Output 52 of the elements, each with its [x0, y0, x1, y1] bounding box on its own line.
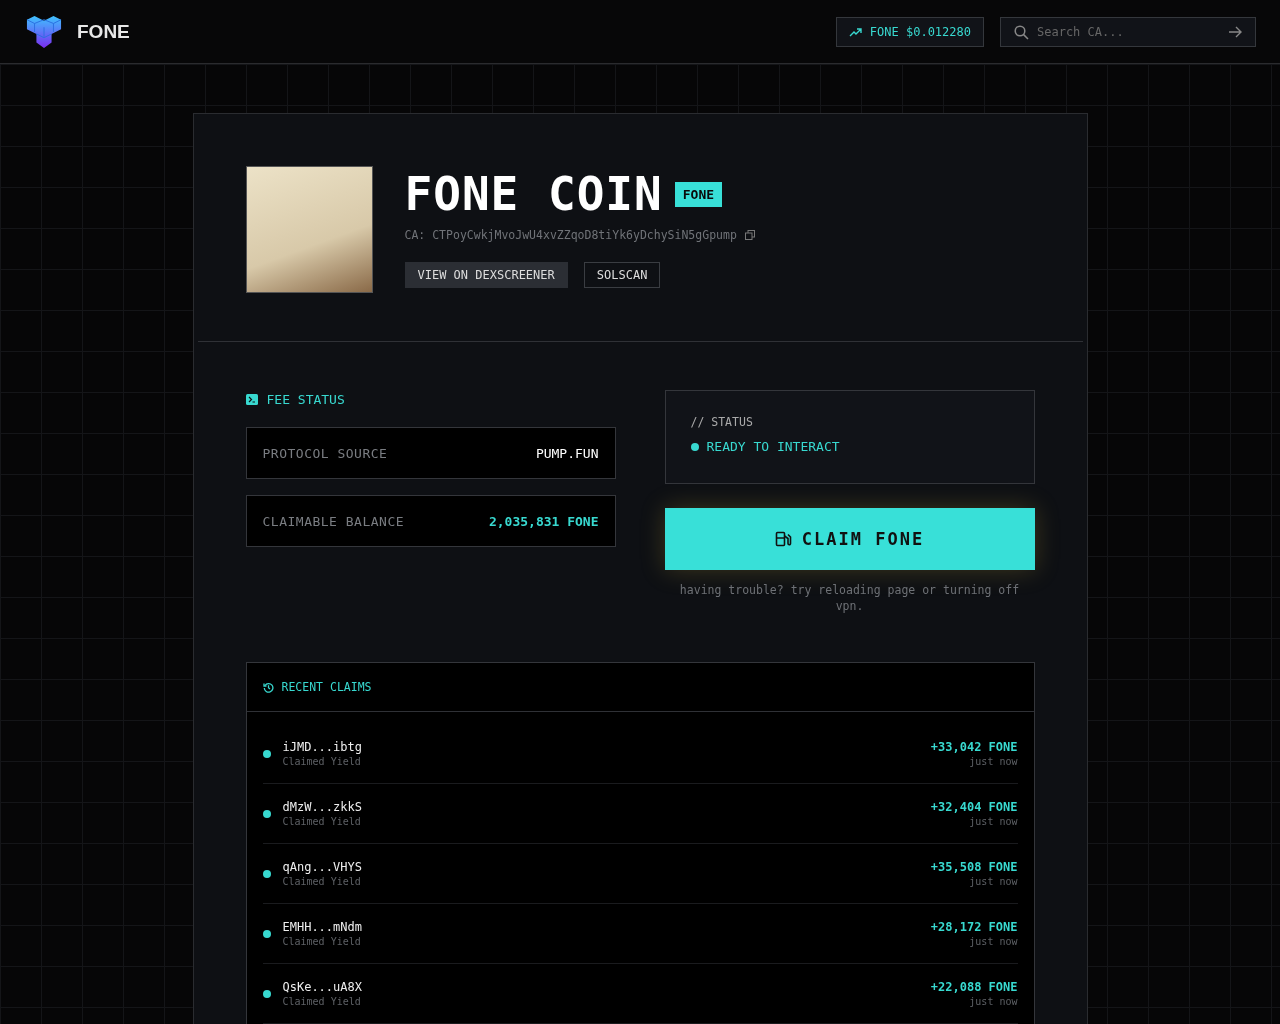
info-label: CLAIMABLE BALANCE: [262, 513, 405, 529]
claim-action: Claimed Yield: [282, 756, 362, 767]
claim-time: just now: [969, 876, 1018, 887]
status-message: READY TO INTERACT: [706, 439, 840, 454]
price-button[interactable]: FONE $0.012280: [835, 16, 984, 47]
history-icon: [262, 681, 274, 693]
claim-time: just now: [969, 996, 1018, 1007]
dexscreener-button[interactable]: VIEW ON DEXSCREENER: [404, 262, 568, 288]
info-label: PROTOCOL SOURCE: [262, 445, 388, 461]
wallet-address: qAng...VHYS: [282, 860, 362, 874]
terminal-icon: [245, 394, 258, 405]
claim-amount: +35,508 FONE: [930, 860, 1018, 874]
fuel-pump-icon: [774, 530, 792, 548]
brand-name: FONE: [77, 20, 130, 43]
help-text: having trouble? try reloading page or turning off vpn.: [678, 582, 1021, 614]
claim-amount: +33,042 FONE: [930, 740, 1018, 754]
status-dot-icon: [262, 929, 271, 938]
claim-action: Claimed Yield: [282, 996, 362, 1007]
claim-action: Claimed Yield: [282, 816, 362, 827]
status-dot-icon: [262, 809, 271, 818]
search-icon: [1014, 24, 1029, 40]
claim-action: Claimed Yield: [282, 876, 362, 887]
claim-amount: +32,404 FONE: [930, 800, 1018, 814]
claim-action: Claimed Yield: [282, 936, 362, 947]
status-title: // STATUS: [690, 415, 754, 429]
claim-button[interactable]: CLAIM FONE: [664, 508, 1035, 570]
status-dot-icon: [262, 989, 271, 998]
cube-logo-icon: [25, 13, 63, 50]
status-dot-icon: [262, 869, 271, 878]
trending-up-icon: [848, 26, 862, 37]
section-title: FEE STATUS: [266, 392, 345, 407]
status-dot-icon: [262, 749, 271, 758]
search-field[interactable]: Search CA...: [1000, 16, 1256, 47]
solscan-button[interactable]: SOLSCAN: [583, 262, 661, 288]
copy-icon[interactable]: [744, 230, 755, 240]
info-value: PUMP.FUN: [535, 445, 599, 461]
token-name: FONE COIN: [404, 168, 663, 220]
claim-amount: +22,088 FONE: [930, 980, 1018, 994]
claim-time: just now: [969, 936, 1018, 947]
info-value: 2,035,831 FONE: [488, 513, 599, 529]
status-dot-icon: [690, 442, 699, 451]
wallet-address: QsKe...uA8X: [282, 980, 362, 994]
wallet-address: iJMD...ibtg: [282, 740, 362, 754]
wallet-address: EMHH...mNdm: [282, 920, 362, 934]
claim-time: just now: [969, 756, 1018, 767]
wallet-address: dMzW...zkkS: [282, 800, 362, 814]
contract-address: CA: CTPoyCwkjMvoJwU4xvZZqoD8tiYk6yDchySiN5gGpump: [404, 228, 737, 242]
ticker-badge: FONE: [674, 181, 723, 207]
section-title: RECENT CLAIMS: [281, 680, 372, 694]
arrow-right-icon[interactable]: [1228, 25, 1242, 38]
claim-time: just now: [969, 816, 1018, 827]
claim-amount: +28,172 FONE: [930, 920, 1018, 934]
